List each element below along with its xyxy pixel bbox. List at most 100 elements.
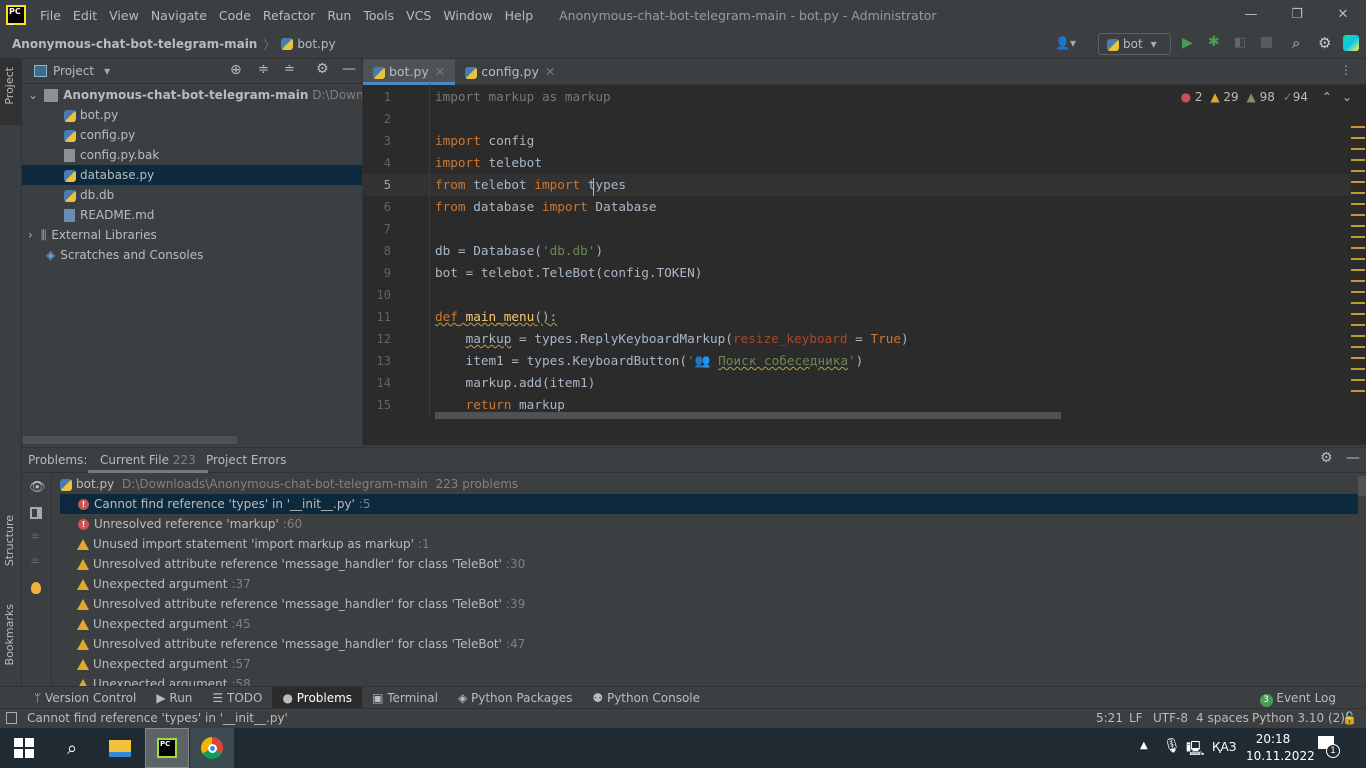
editor-horizontal-scrollbar[interactable] bbox=[435, 412, 1061, 419]
input-language[interactable]: ҚАЗ bbox=[1212, 740, 1236, 754]
problem-item[interactable]: Unused import statement 'import markup a… bbox=[60, 534, 1358, 554]
tree-root-folder[interactable]: ⌄ Anonymous-chat-bot-telegram-main D:\Dow… bbox=[22, 85, 408, 105]
line-separator[interactable]: LF bbox=[1129, 709, 1143, 728]
code-line[interactable]: 8 db = Database('db.db') bbox=[363, 240, 1353, 262]
problems-scrollbar[interactable] bbox=[1358, 476, 1366, 496]
microphone-icon[interactable]: 🎙 bbox=[1163, 738, 1181, 754]
tool-window-python-console[interactable]: ⚉ Python Console bbox=[582, 687, 710, 709]
gear-icon[interactable]: ⚙ bbox=[316, 61, 329, 77]
code-line[interactable]: 5 from telebot import types bbox=[363, 174, 1353, 196]
code-line[interactable]: 3 import config bbox=[363, 130, 1353, 152]
tool-window-todo[interactable]: ☰ TODO bbox=[202, 687, 272, 709]
minimize-button[interactable]: — bbox=[1228, 0, 1274, 30]
maximize-button[interactable]: ❐ bbox=[1274, 0, 1320, 30]
hide-icon[interactable]: — bbox=[342, 61, 356, 77]
code-line[interactable]: 13 item1 = types.KeyboardButton('👥 Поиск… bbox=[363, 350, 1353, 372]
breadcrumb-project[interactable]: Anonymous-chat-bot-telegram-main bbox=[12, 37, 257, 51]
code-line[interactable]: 11 def main_menu(): bbox=[363, 306, 1353, 328]
project-tool-tab[interactable]: Project bbox=[3, 67, 16, 105]
coverage-icon[interactable]: ◧ bbox=[1234, 35, 1246, 50]
menu-help[interactable]: Help bbox=[505, 8, 534, 23]
chevron-right-icon[interactable]: › bbox=[28, 228, 33, 242]
locate-icon[interactable]: ⊕ bbox=[230, 62, 242, 78]
eye-icon[interactable]: 👁 bbox=[29, 480, 46, 495]
tree-file[interactable]: config.py bbox=[22, 125, 362, 145]
problems-file-node[interactable]: bot.py D:\Downloads\Anonymous-chat-bot-t… bbox=[60, 474, 1358, 494]
lightbulb-icon[interactable] bbox=[31, 582, 41, 594]
code-line[interactable]: 6 from database import Database bbox=[363, 196, 1353, 218]
gear-icon[interactable]: ⚙ bbox=[1320, 450, 1333, 466]
menu-view[interactable]: View bbox=[109, 8, 139, 23]
chrome-taskbar-icon[interactable] bbox=[190, 728, 234, 768]
tree-file[interactable]: database.py bbox=[22, 165, 362, 185]
toolbox-icon[interactable] bbox=[1343, 35, 1359, 51]
hide-icon[interactable]: — bbox=[1346, 450, 1360, 466]
collapse-all-icon[interactable]: ≐ bbox=[30, 554, 40, 568]
network-icon[interactable]: 🖳 bbox=[1186, 738, 1205, 762]
run-config-select[interactable]: bot ▾ bbox=[1098, 33, 1171, 55]
menu-tools[interactable]: Tools bbox=[363, 8, 394, 23]
collapse-all-icon[interactable]: ≐ bbox=[284, 62, 295, 77]
code-line[interactable]: 14 markup.add(item1) bbox=[363, 372, 1353, 394]
lock-icon[interactable]: 🔓 bbox=[1342, 709, 1357, 728]
search-icon[interactable]: ⌕ bbox=[50, 728, 94, 768]
run-icon[interactable]: ▶ bbox=[1182, 35, 1193, 51]
menu-navigate[interactable]: Navigate bbox=[151, 8, 207, 23]
menu-file[interactable]: File bbox=[40, 8, 61, 23]
menu-refactor[interactable]: Refactor bbox=[263, 8, 315, 23]
stop-icon[interactable] bbox=[1261, 37, 1272, 48]
code-line[interactable]: 2 bbox=[363, 108, 1353, 130]
code-area[interactable]: 1 import markup as markup 2 3 import config 4… bbox=[363, 86, 1353, 416]
tree-file[interactable]: README.md bbox=[22, 205, 362, 225]
file-encoding[interactable]: UTF-8 bbox=[1153, 709, 1188, 728]
code-line[interactable]: 9 bot = telebot.TeleBot(config.TOKEN) bbox=[363, 262, 1353, 284]
gear-icon[interactable]: ⚙ bbox=[1318, 34, 1331, 52]
structure-tool-tab[interactable]: Structure bbox=[3, 515, 16, 566]
chevron-down-icon[interactable]: ▾ bbox=[104, 64, 110, 78]
pycharm-logo[interactable]: PC _ bbox=[6, 5, 26, 25]
tab-bot-py[interactable]: bot.py ✕ bbox=[363, 59, 456, 85]
problem-item[interactable]: Unexpected argument:37 bbox=[60, 574, 1358, 594]
problem-item[interactable]: ! Unresolved reference 'markup':60 bbox=[60, 514, 1358, 534]
search-icon[interactable]: ⌕ bbox=[1292, 34, 1300, 52]
menu-code[interactable]: Code bbox=[219, 8, 251, 23]
expand-all-icon[interactable]: ≑ bbox=[30, 529, 40, 543]
tree-scratches[interactable]: ◈ Scratches and Consoles bbox=[22, 245, 362, 265]
problem-item[interactable]: Unexpected argument:45 bbox=[60, 614, 1358, 634]
horizontal-scrollbar[interactable] bbox=[22, 436, 237, 444]
tab-config-py[interactable]: config.py ✕ bbox=[455, 59, 565, 85]
notifications-icon[interactable]: 1 bbox=[1318, 736, 1340, 758]
problem-item[interactable]: Unresolved attribute reference 'message_… bbox=[60, 554, 1358, 574]
more-icon[interactable]: ⋮ bbox=[1340, 63, 1352, 77]
close-tab-icon[interactable]: ✕ bbox=[545, 64, 555, 79]
code-line[interactable]: 7 bbox=[363, 218, 1353, 240]
code-line[interactable]: 10 bbox=[363, 284, 1353, 306]
tree-file[interactable]: db.db bbox=[22, 185, 362, 205]
indent-setting[interactable]: 4 spaces bbox=[1196, 709, 1249, 728]
breadcrumb-file[interactable]: bot.py bbox=[297, 37, 335, 51]
expand-all-icon[interactable]: ≑ bbox=[258, 62, 269, 77]
menu-vcs[interactable]: VCS bbox=[406, 8, 431, 23]
code-line[interactable]: 12 markup = types.ReplyKeyboardMarkup(re… bbox=[363, 328, 1353, 350]
chevron-down-icon[interactable]: ⌄ bbox=[28, 88, 38, 102]
menu-run[interactable]: Run bbox=[327, 8, 351, 23]
menu-edit[interactable]: Edit bbox=[73, 8, 97, 23]
event-log-button[interactable]: 3 Event Log bbox=[1259, 687, 1336, 709]
caret-position[interactable]: 5:21 bbox=[1096, 709, 1123, 728]
tool-window-problems[interactable]: ● Problems bbox=[272, 686, 363, 709]
start-button[interactable] bbox=[2, 728, 46, 768]
file-explorer-icon[interactable] bbox=[98, 728, 142, 768]
code-line[interactable]: 4 import telebot bbox=[363, 152, 1353, 174]
bookmarks-tool-tab[interactable]: Bookmarks bbox=[3, 604, 16, 665]
toggle-tool-windows-icon[interactable] bbox=[6, 712, 17, 724]
problem-item[interactable]: ! Cannot find reference 'types' in '__ini… bbox=[60, 494, 1358, 514]
python-interpreter[interactable]: Python 3.10 (2) bbox=[1252, 709, 1345, 728]
pycharm-taskbar-icon[interactable]: PC bbox=[145, 728, 189, 768]
code-line[interactable]: 1 import markup as markup bbox=[363, 86, 1353, 108]
clock[interactable]: 20:18 10.11.2022 bbox=[1246, 731, 1315, 765]
debug-icon[interactable]: ✱ bbox=[1208, 34, 1220, 50]
problem-item[interactable]: Unresolved attribute reference 'message_… bbox=[60, 634, 1358, 654]
show-hidden-icons[interactable]: ▲ bbox=[1140, 740, 1148, 751]
tool-window-run[interactable]: ▶ Run bbox=[146, 687, 202, 709]
close-button[interactable]: ✕ bbox=[1320, 0, 1366, 30]
